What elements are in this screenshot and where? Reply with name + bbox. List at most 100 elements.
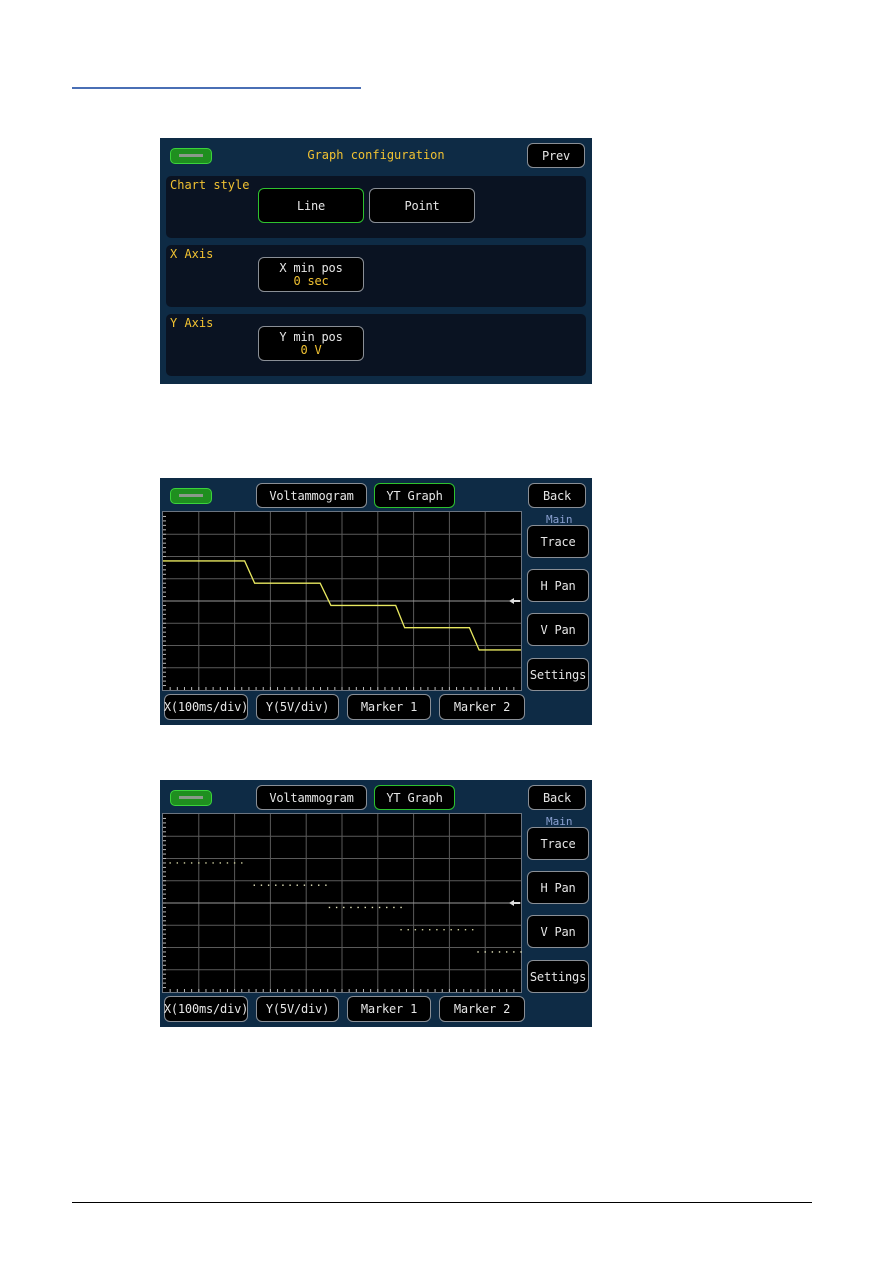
trace-point [176, 862, 179, 864]
yt-graph-plot [162, 813, 522, 993]
trace-point [289, 884, 291, 886]
h-pan-button[interactable]: H Pan [527, 569, 589, 602]
trace-point [253, 884, 255, 886]
tab-yt-graph[interactable]: YT Graph [374, 785, 455, 810]
y-axis-panel: Y Axis Y min pos 0 V [166, 314, 586, 376]
settings-button[interactable]: Settings [527, 960, 589, 993]
trace-point [520, 951, 522, 953]
marker-1-button[interactable]: Marker 1 [347, 694, 431, 720]
header-rule [72, 87, 361, 89]
arrow-left-icon [509, 900, 520, 906]
trace-point [343, 906, 345, 909]
trace-point [414, 929, 417, 931]
trace-point [310, 884, 313, 886]
trace-point [484, 951, 486, 953]
y-scale-button[interactable]: Y(5V/div) [256, 996, 339, 1022]
trace-point [371, 906, 374, 909]
trace-point [429, 929, 431, 931]
tab-voltammogram[interactable]: Voltammogram [256, 785, 367, 810]
trace-point [407, 929, 409, 931]
trace-point [241, 862, 243, 864]
h-pan-button[interactable]: H Pan [527, 871, 589, 904]
trace-point [219, 862, 221, 864]
trace-point [169, 862, 171, 864]
y-scale-button[interactable]: Y(5V/div) [256, 694, 339, 720]
line-style-button[interactable]: Line [258, 188, 364, 223]
trace-point [457, 929, 460, 931]
trace-point [233, 862, 236, 864]
trace-button[interactable]: Trace [527, 525, 589, 558]
y-min-pos-label: Y min pos [279, 329, 343, 344]
x-axis-label: X Axis [170, 247, 214, 261]
battery-level-bar [179, 494, 203, 497]
yt-graph-line-screen: Voltammogram YT Graph Back Main Trace H … [160, 478, 592, 725]
trace-point [275, 884, 277, 886]
trace-point [443, 929, 445, 931]
back-button[interactable]: Back [528, 785, 586, 810]
arrow-left-icon [509, 598, 520, 604]
trace-point [450, 929, 452, 931]
battery-icon [170, 488, 212, 504]
trace-point [205, 862, 207, 864]
trace-point [421, 929, 424, 931]
trace-button[interactable]: Trace [527, 827, 589, 860]
trace-point [303, 884, 306, 886]
trace-point [364, 906, 366, 909]
trace-point [267, 884, 270, 886]
settings-button[interactable]: Settings [527, 658, 589, 691]
y-min-pos-button[interactable]: Y min pos 0 V [258, 326, 364, 361]
graph-canvas [163, 512, 521, 690]
trace-point [498, 951, 501, 953]
trace-point [471, 929, 474, 931]
trace-point [436, 929, 438, 931]
trace-point [282, 884, 284, 886]
tab-yt-graph[interactable]: YT Graph [374, 483, 455, 508]
marker-1-button[interactable]: Marker 1 [347, 996, 431, 1022]
trace-point [350, 906, 352, 909]
marker-2-button[interactable]: Marker 2 [439, 996, 525, 1022]
yt-graph-plot [162, 511, 522, 691]
graph-configuration-screen: Graph configuration Prev Chart style Lin… [160, 138, 592, 384]
trace-point [400, 929, 402, 931]
trace-point [212, 862, 214, 864]
trace-point [335, 906, 338, 909]
trace-point [190, 862, 193, 864]
x-scale-button[interactable]: X(100ms/div) [164, 694, 248, 720]
trace-point [226, 862, 229, 864]
trace-point [386, 906, 388, 909]
y-min-pos-value: 0 V [300, 342, 322, 357]
trace-point [464, 929, 467, 931]
yt-graph-point-screen: Voltammogram YT Graph Back Main Trace H … [160, 780, 592, 1027]
trace-point [357, 906, 359, 909]
v-pan-button[interactable]: V Pan [527, 613, 589, 646]
x-min-pos-value: 0 sec [293, 273, 329, 288]
trace-point [325, 884, 327, 886]
marker-2-button[interactable]: Marker 2 [439, 694, 525, 720]
battery-icon [170, 790, 212, 806]
tab-voltammogram[interactable]: Voltammogram [256, 483, 367, 508]
battery-level-bar [179, 796, 203, 799]
trace-point [400, 906, 402, 909]
trace-point [198, 862, 200, 864]
back-button[interactable]: Back [528, 483, 586, 508]
trace-point [328, 906, 331, 909]
trace-point [378, 906, 381, 909]
trace-point [505, 951, 508, 953]
trace-point [296, 884, 298, 886]
trace-point [477, 951, 479, 953]
footer-rule [72, 1202, 812, 1203]
x-min-pos-label: X min pos [279, 260, 343, 275]
x-min-pos-button[interactable]: X min pos 0 sec [258, 257, 364, 292]
trace-point [491, 951, 494, 953]
chart-style-label: Chart style [170, 178, 250, 192]
trace-point [513, 951, 515, 953]
trace-point [183, 862, 186, 864]
prev-button[interactable]: Prev [527, 143, 585, 168]
y-axis-label: Y Axis [170, 316, 214, 330]
trace-point [318, 884, 320, 886]
x-scale-button[interactable]: X(100ms/div) [164, 996, 248, 1022]
x-axis-panel: X Axis X min pos 0 sec [166, 245, 586, 307]
graph-canvas [163, 814, 522, 992]
point-style-button[interactable]: Point [369, 188, 475, 223]
v-pan-button[interactable]: V Pan [527, 915, 589, 948]
